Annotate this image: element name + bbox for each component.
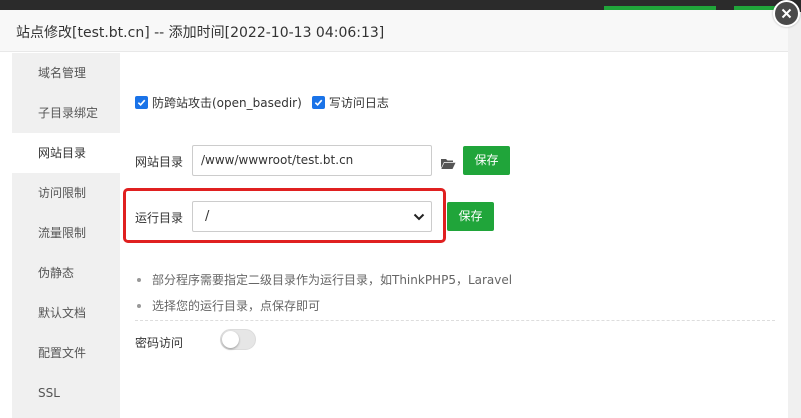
dialog-title: 站点修改[test.bt.cn] -- 添加时间[2022-10-13 04:0… [16, 25, 385, 41]
anti-cross-site-checkbox[interactable] [135, 96, 148, 109]
folder-open-icon[interactable] [440, 155, 456, 174]
chevron-down-icon [413, 213, 425, 221]
dialog-sidebar: 域名管理 子目录绑定 网站目录 访问限制 流量限制 伪静态 默认文档 配置文件 … [12, 53, 120, 418]
sidebar-item-domain-management[interactable]: 域名管理 [12, 53, 120, 93]
access-log-checkbox[interactable] [311, 96, 325, 109]
checkmark-icon [137, 99, 146, 107]
divider [135, 320, 775, 321]
close-icon [781, 8, 792, 19]
sidebar-item-rewrite[interactable]: 伪静态 [12, 253, 120, 293]
password-access-label: 密码访问 [135, 336, 184, 350]
options-row: 防跨站攻击(open_basedir) 写访问日志 [135, 94, 399, 111]
sidebar-item-ssl[interactable]: SSL [12, 373, 120, 413]
password-access-toggle[interactable] [220, 329, 256, 350]
sidebar-item-config-file[interactable]: 配置文件 [12, 333, 120, 373]
site-edit-dialog: 站点修改[test.bt.cn] -- 添加时间[2022-10-13 04:0… [0, 10, 788, 418]
site-directory-label: 网站目录 [135, 155, 184, 169]
run-directory-save-button[interactable]: 保存 [447, 202, 494, 231]
anti-cross-site-label: 防跨站攻击(open_basedir) [152, 96, 302, 110]
checkmark-icon [314, 99, 323, 107]
dialog-titlebar: 站点修改[test.bt.cn] -- 添加时间[2022-10-13 04:0… [0, 10, 788, 52]
site-directory-save-button[interactable]: 保存 [463, 146, 510, 175]
sidebar-item-traffic-limit[interactable]: 流量限制 [12, 213, 120, 253]
access-log-label: 写访问日志 [328, 96, 389, 110]
dialog-close-button[interactable] [773, 0, 800, 27]
run-directory-label: 运行目录 [135, 211, 184, 225]
sidebar-item-site-directory[interactable]: 网站目录 [12, 133, 120, 173]
tip-item: 部分程序需要指定二级目录作为运行目录，如ThinkPHP5，Laravel [135, 267, 512, 293]
sidebar-item-default-document[interactable]: 默认文档 [12, 293, 120, 333]
tips-list: 部分程序需要指定二级目录作为运行目录，如ThinkPHP5，Laravel 选择… [135, 267, 512, 319]
bullet-icon [137, 278, 141, 282]
bullet-icon [137, 304, 141, 308]
run-directory-select[interactable]: / [192, 201, 432, 232]
sidebar-item-subdirectory-binding[interactable]: 子目录绑定 [12, 93, 120, 133]
site-directory-input[interactable]: /www/wwwroot/test.bt.cn [192, 145, 432, 176]
tip-item: 选择您的运行目录，点保存即可 [135, 293, 512, 319]
toggle-knob [222, 331, 239, 348]
run-directory-selected-value: / [205, 209, 210, 224]
site-directory-panel: 防跨站攻击(open_basedir) 写访问日志 网站目录 /www/wwwr… [120, 53, 788, 418]
sidebar-item-access-limit[interactable]: 访问限制 [12, 173, 120, 213]
